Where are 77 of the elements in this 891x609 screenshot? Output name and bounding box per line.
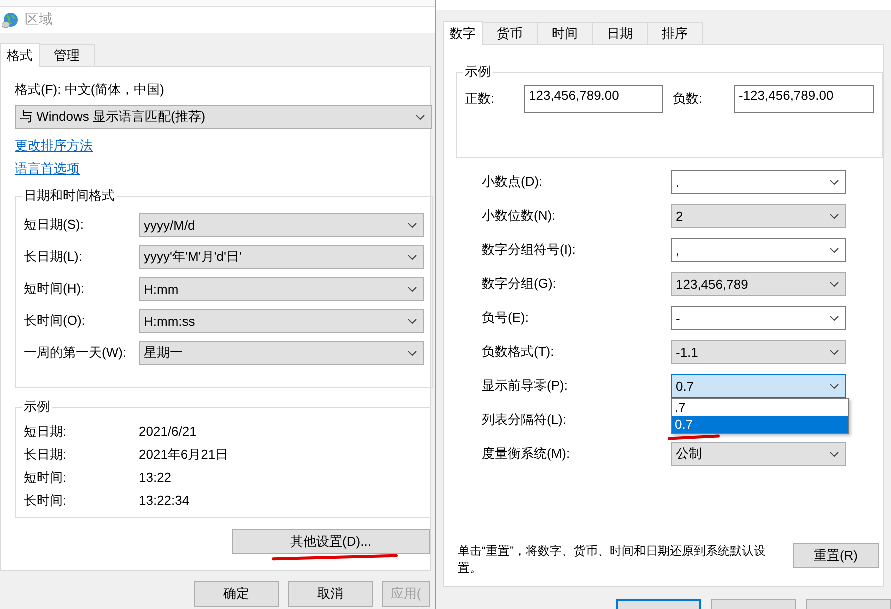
field-label: 短日期(S):	[24, 216, 85, 234]
dialog-button[interactable]: 取消	[288, 581, 373, 607]
format-dropdown[interactable]: H:mm	[139, 277, 424, 301]
format-dropdown[interactable]: 星期一	[139, 341, 424, 365]
chevron-down-icon	[830, 384, 839, 388]
chevron-down-icon	[830, 282, 839, 286]
chevron-down-icon	[830, 452, 839, 456]
chevron-down-icon	[408, 254, 417, 260]
dropdown-option[interactable]: .7	[672, 399, 848, 416]
more-settings-button[interactable]: 其他设置(D)...	[232, 529, 430, 554]
chevron-down-icon	[830, 180, 839, 184]
field-label: 显示前导零(P):	[482, 377, 569, 395]
group-title: 示例	[464, 63, 492, 81]
setting-dropdown[interactable]: -	[671, 306, 846, 330]
annotation-underline	[668, 434, 720, 440]
chevron-down-icon	[408, 222, 417, 228]
field-label: 负号(E):	[482, 309, 530, 327]
tab[interactable]: 数字	[443, 21, 483, 45]
chevron-down-icon	[408, 350, 417, 356]
dialog-button[interactable]	[616, 599, 701, 609]
field-label: 短时间(H):	[24, 280, 86, 298]
setting-dropdown[interactable]: .	[671, 170, 846, 194]
tab[interactable]: 格式	[0, 43, 40, 67]
example-value: 2021年6月21日	[139, 446, 230, 464]
format-label: 格式(F): 中文(简体，中国)	[15, 81, 166, 99]
field-label: 数字分组符号(I):	[482, 241, 577, 259]
field-label: 小数位数(N):	[482, 207, 557, 225]
reset-note: 单击“重置”，将数字、货币、时间和日期还原到系统默认设置。	[458, 543, 767, 577]
chevron-down-icon	[408, 318, 417, 324]
link[interactable]: 语言首选项	[15, 160, 80, 178]
format-dropdown[interactable]: yyyy/M/d	[139, 213, 424, 237]
dropdown-option[interactable]: 0.7	[672, 416, 848, 433]
format-dropdown[interactable]: 与 Windows 显示语言匹配(推荐)	[15, 105, 432, 129]
example-label: 长日期:	[24, 446, 68, 464]
setting-dropdown[interactable]: 公制	[671, 442, 846, 466]
setting-dropdown[interactable]: 123,456,789	[671, 272, 846, 296]
field-label: 负数:	[673, 90, 704, 108]
chevron-down-icon	[830, 214, 839, 218]
field-label: 数字分组(G):	[482, 275, 558, 293]
chevron-down-icon	[830, 248, 839, 252]
format-dropdown[interactable]: yyyy'年'M'月'd'日'	[139, 245, 424, 269]
group-title: 示例	[23, 398, 51, 416]
dialog-button[interactable]: 确定	[194, 581, 279, 607]
tab[interactable]: 管理	[39, 44, 95, 66]
field-label: 小数点(D):	[482, 173, 544, 191]
chevron-down-icon	[830, 316, 839, 320]
tab[interactable]: 排序	[647, 22, 703, 44]
setting-dropdown[interactable]: -1.1	[671, 340, 846, 364]
field-label: 正数:	[465, 90, 496, 108]
chevron-down-icon	[830, 350, 839, 354]
example-label: 长时间:	[24, 492, 68, 510]
window-title: 区域	[25, 11, 53, 29]
setting-dropdown[interactable]: 0.7	[671, 374, 846, 398]
example-label: 短时间:	[24, 468, 68, 486]
sample-field: 123,456,789.00	[524, 85, 663, 113]
link[interactable]: 更改排序方法	[15, 137, 93, 155]
setting-dropdown[interactable]: ,	[671, 238, 846, 262]
globe-icon	[2, 12, 19, 28]
field-label: 负数格式(T):	[482, 343, 556, 361]
chevron-down-icon	[408, 286, 417, 292]
example-label: 短日期:	[24, 422, 68, 440]
setting-dropdown[interactable]: 2	[671, 204, 846, 228]
field-label: 长时间(O):	[24, 312, 86, 330]
format-dropdown[interactable]: H:mm:ss	[139, 309, 424, 333]
field-label: 一周的第一天(W):	[24, 344, 128, 362]
example-value: 13:22	[139, 470, 173, 485]
chevron-down-icon	[416, 114, 425, 120]
example-value: 13:22:34	[139, 493, 191, 508]
group-title: 日期和时间格式	[23, 187, 116, 205]
field-label: 长日期(L):	[24, 248, 84, 266]
sample-field: -123,456,789.00	[734, 85, 874, 113]
field-label: 列表分隔符(L):	[482, 411, 568, 429]
reset-button[interactable]: 重置(R)	[793, 543, 879, 568]
field-label: 度量衡系统(M):	[482, 445, 572, 463]
dialog-button[interactable]	[806, 599, 891, 609]
dialog-button[interactable]	[711, 599, 796, 609]
example-value: 2021/6/21	[139, 424, 198, 439]
